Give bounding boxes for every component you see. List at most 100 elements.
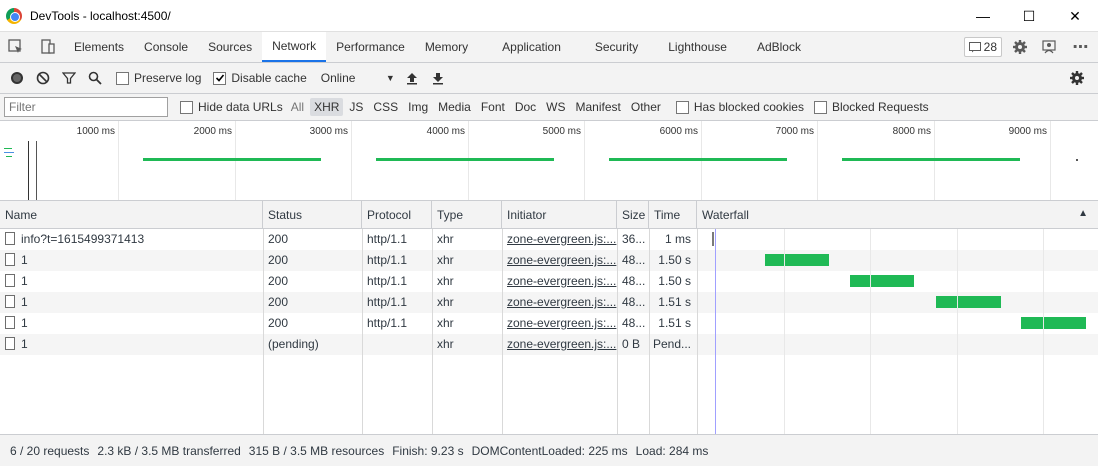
- table-row[interactable]: 1 200 http/1.1 xhr zone-evergreen.js:... 48..…: [0, 313, 1098, 334]
- cell-type: xhr: [432, 250, 502, 271]
- type-filter-media[interactable]: Media: [434, 98, 475, 116]
- cell-initiator[interactable]: zone-evergreen.js:...: [502, 271, 617, 292]
- header-type[interactable]: Type: [432, 201, 502, 229]
- has-blocked-cookies-toggle[interactable]: Has blocked cookies: [675, 100, 804, 114]
- tab-memory[interactable]: Memory: [415, 32, 492, 62]
- blocked-requests-toggle[interactable]: Blocked Requests: [813, 100, 929, 114]
- overview-gridline: [351, 121, 352, 200]
- header-time[interactable]: Time: [649, 201, 697, 229]
- more-options-icon: ⋯: [1072, 39, 1089, 56]
- header-status[interactable]: Status: [263, 201, 362, 229]
- type-filter-ws[interactable]: WS: [542, 98, 569, 116]
- filter-toggle-button[interactable]: [56, 65, 82, 91]
- cell-size-text: 48...: [622, 274, 646, 288]
- close-button[interactable]: ✕: [1052, 0, 1098, 32]
- cell-initiator[interactable]: zone-evergreen.js:...: [502, 229, 617, 250]
- waterfall-bar[interactable]: [936, 296, 1001, 308]
- tab-sources[interactable]: Sources: [198, 32, 262, 62]
- table-row[interactable]: 1 200 http/1.1 xhr zone-evergreen.js:... 48..…: [0, 292, 1098, 313]
- cell-initiator[interactable]: zone-evergreen.js:...: [502, 250, 617, 271]
- cell-protocol-text: http/1.1: [367, 253, 408, 267]
- header-protocol[interactable]: Protocol: [362, 201, 432, 229]
- export-har-button[interactable]: [425, 65, 451, 91]
- tab-security[interactable]: Security: [585, 32, 658, 62]
- tab-lighthouse[interactable]: Lighthouse: [658, 32, 747, 62]
- network-settings-button[interactable]: [1064, 65, 1090, 91]
- tab-adblock[interactable]: AdBlock: [747, 32, 811, 62]
- table-row[interactable]: 1 200 http/1.1 xhr zone-evergreen.js:... 48..…: [0, 271, 1098, 292]
- throttling-select[interactable]: Online ▼: [321, 71, 395, 85]
- status-load: Load: 284 ms: [635, 443, 709, 458]
- overview-small-marks-2: [4, 152, 14, 153]
- has-blocked-cookies-checkbox[interactable]: [675, 100, 689, 114]
- record-button[interactable]: [4, 65, 30, 91]
- issues-badge[interactable]: 28: [963, 37, 1002, 57]
- column-separator[interactable]: [649, 229, 650, 434]
- type-filter-manifest[interactable]: Manifest: [572, 98, 625, 116]
- type-filter-img[interactable]: Img: [404, 98, 432, 116]
- record-icon: [11, 72, 23, 84]
- cell-initiator[interactable]: zone-evergreen.js:...: [502, 313, 617, 334]
- type-filter-doc[interactable]: Doc: [511, 98, 540, 116]
- tab-application[interactable]: Application: [492, 32, 585, 62]
- waterfall-bar[interactable]: [850, 275, 914, 287]
- column-separator[interactable]: [362, 229, 363, 434]
- column-separator[interactable]: [697, 229, 698, 434]
- inspect-element-button[interactable]: [0, 32, 32, 62]
- filter-bar: Hide data URLs All XHR JS CSS Img Media …: [0, 94, 1098, 121]
- waterfall-bar[interactable]: [712, 232, 714, 246]
- type-filter-all[interactable]: All: [287, 98, 308, 116]
- type-filter-font[interactable]: Font: [477, 98, 509, 116]
- tab-console[interactable]: Console: [134, 32, 198, 62]
- waterfall-bar[interactable]: [765, 254, 829, 266]
- overview-tick-label: 3000 ms: [309, 126, 348, 137]
- filter-input[interactable]: [4, 97, 168, 117]
- table-row[interactable]: 1 (pending) xhr zone-evergreen.js:... 0 B Pen…: [0, 334, 1098, 355]
- blocked-requests-checkbox[interactable]: [813, 100, 827, 114]
- device-toolbar-button[interactable]: [32, 32, 64, 62]
- search-button[interactable]: [82, 65, 108, 91]
- minimize-button[interactable]: —: [960, 0, 1006, 32]
- cell-status: 200: [263, 229, 362, 250]
- column-separator[interactable]: [263, 229, 264, 434]
- header-name[interactable]: Name: [0, 201, 263, 229]
- waterfall-bar[interactable]: [1021, 317, 1086, 329]
- type-filter-other[interactable]: Other: [627, 98, 665, 116]
- cell-initiator[interactable]: zone-evergreen.js:...: [502, 334, 617, 355]
- feedback-button[interactable]: [1038, 35, 1062, 59]
- type-filter-css[interactable]: CSS: [369, 98, 402, 116]
- column-separator[interactable]: [432, 229, 433, 434]
- more-options-button[interactable]: ⋯: [1068, 35, 1092, 59]
- preserve-log-toggle[interactable]: Preserve log: [116, 71, 201, 85]
- cell-initiator[interactable]: zone-evergreen.js:...: [502, 292, 617, 313]
- cell-initiator-text: zone-evergreen.js:...: [507, 337, 617, 351]
- header-waterfall[interactable]: Waterfall: [697, 201, 1098, 229]
- hide-data-urls-checkbox[interactable]: [180, 100, 193, 114]
- overview-request-bar: [376, 158, 554, 161]
- header-size[interactable]: Size: [617, 201, 649, 229]
- network-overview[interactable]: 1000 ms 2000 ms 3000 ms 4000 ms 5000 ms 6000 …: [0, 121, 1098, 201]
- clear-button[interactable]: [30, 65, 56, 91]
- maximize-button[interactable]: ☐: [1006, 0, 1052, 32]
- settings-button[interactable]: [1008, 35, 1032, 59]
- import-har-button[interactable]: [399, 65, 425, 91]
- tab-elements[interactable]: Elements: [64, 32, 134, 62]
- preserve-log-checkbox[interactable]: [116, 71, 129, 85]
- table-row[interactable]: info?t=1615499371413 200 http/1.1 xhr zone-e…: [0, 229, 1098, 250]
- column-separator[interactable]: [617, 229, 618, 434]
- tab-performance[interactable]: Performance: [326, 32, 415, 62]
- cell-time: 1.51 s: [649, 292, 697, 313]
- hide-data-urls-toggle[interactable]: Hide data URLs: [180, 100, 283, 114]
- table-row[interactable]: 1 200 http/1.1 xhr zone-evergreen.js:... 48..…: [0, 250, 1098, 271]
- disable-cache-checkbox[interactable]: [213, 71, 227, 85]
- cell-protocol-text: http/1.1: [367, 232, 408, 246]
- type-filter-js[interactable]: JS: [345, 98, 367, 116]
- sort-ascending-icon[interactable]: ▲: [1078, 208, 1088, 219]
- type-filter-xhr[interactable]: XHR: [310, 98, 344, 116]
- tab-network[interactable]: Network: [262, 32, 327, 62]
- header-initiator[interactable]: Initiator: [502, 201, 617, 229]
- window-title: DevTools - localhost:4500/: [30, 8, 171, 23]
- cell-time-text: 1 ms: [664, 232, 691, 246]
- disable-cache-toggle[interactable]: Disable cache: [213, 71, 307, 85]
- column-separator[interactable]: [502, 229, 503, 434]
